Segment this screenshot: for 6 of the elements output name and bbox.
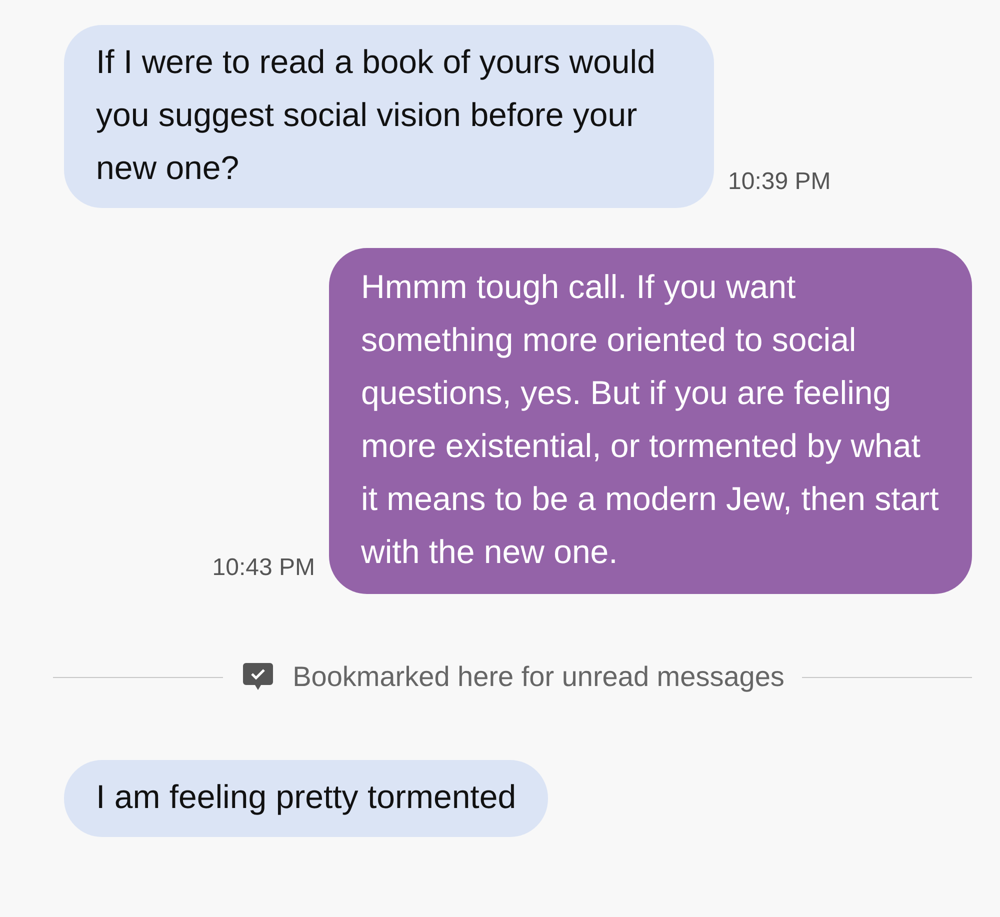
message-bubble: Hmmm tough call. If you want something more oriented to social questions, yes. But if you are feeling more existential, or tormented by what it means to be a modern Jew, then start with the new one. (329, 248, 972, 594)
message-bubble: I am feeling pretty tormented (64, 760, 548, 837)
bookmark-notice: Bookmarked here for unread messages (292, 660, 784, 694)
message-bubble: If I were to read a book of yours would you suggest social vision before your new one? (64, 25, 714, 208)
timestamp: 10:43 PM (212, 553, 315, 583)
timestamp: 10:39 PM (728, 167, 831, 197)
